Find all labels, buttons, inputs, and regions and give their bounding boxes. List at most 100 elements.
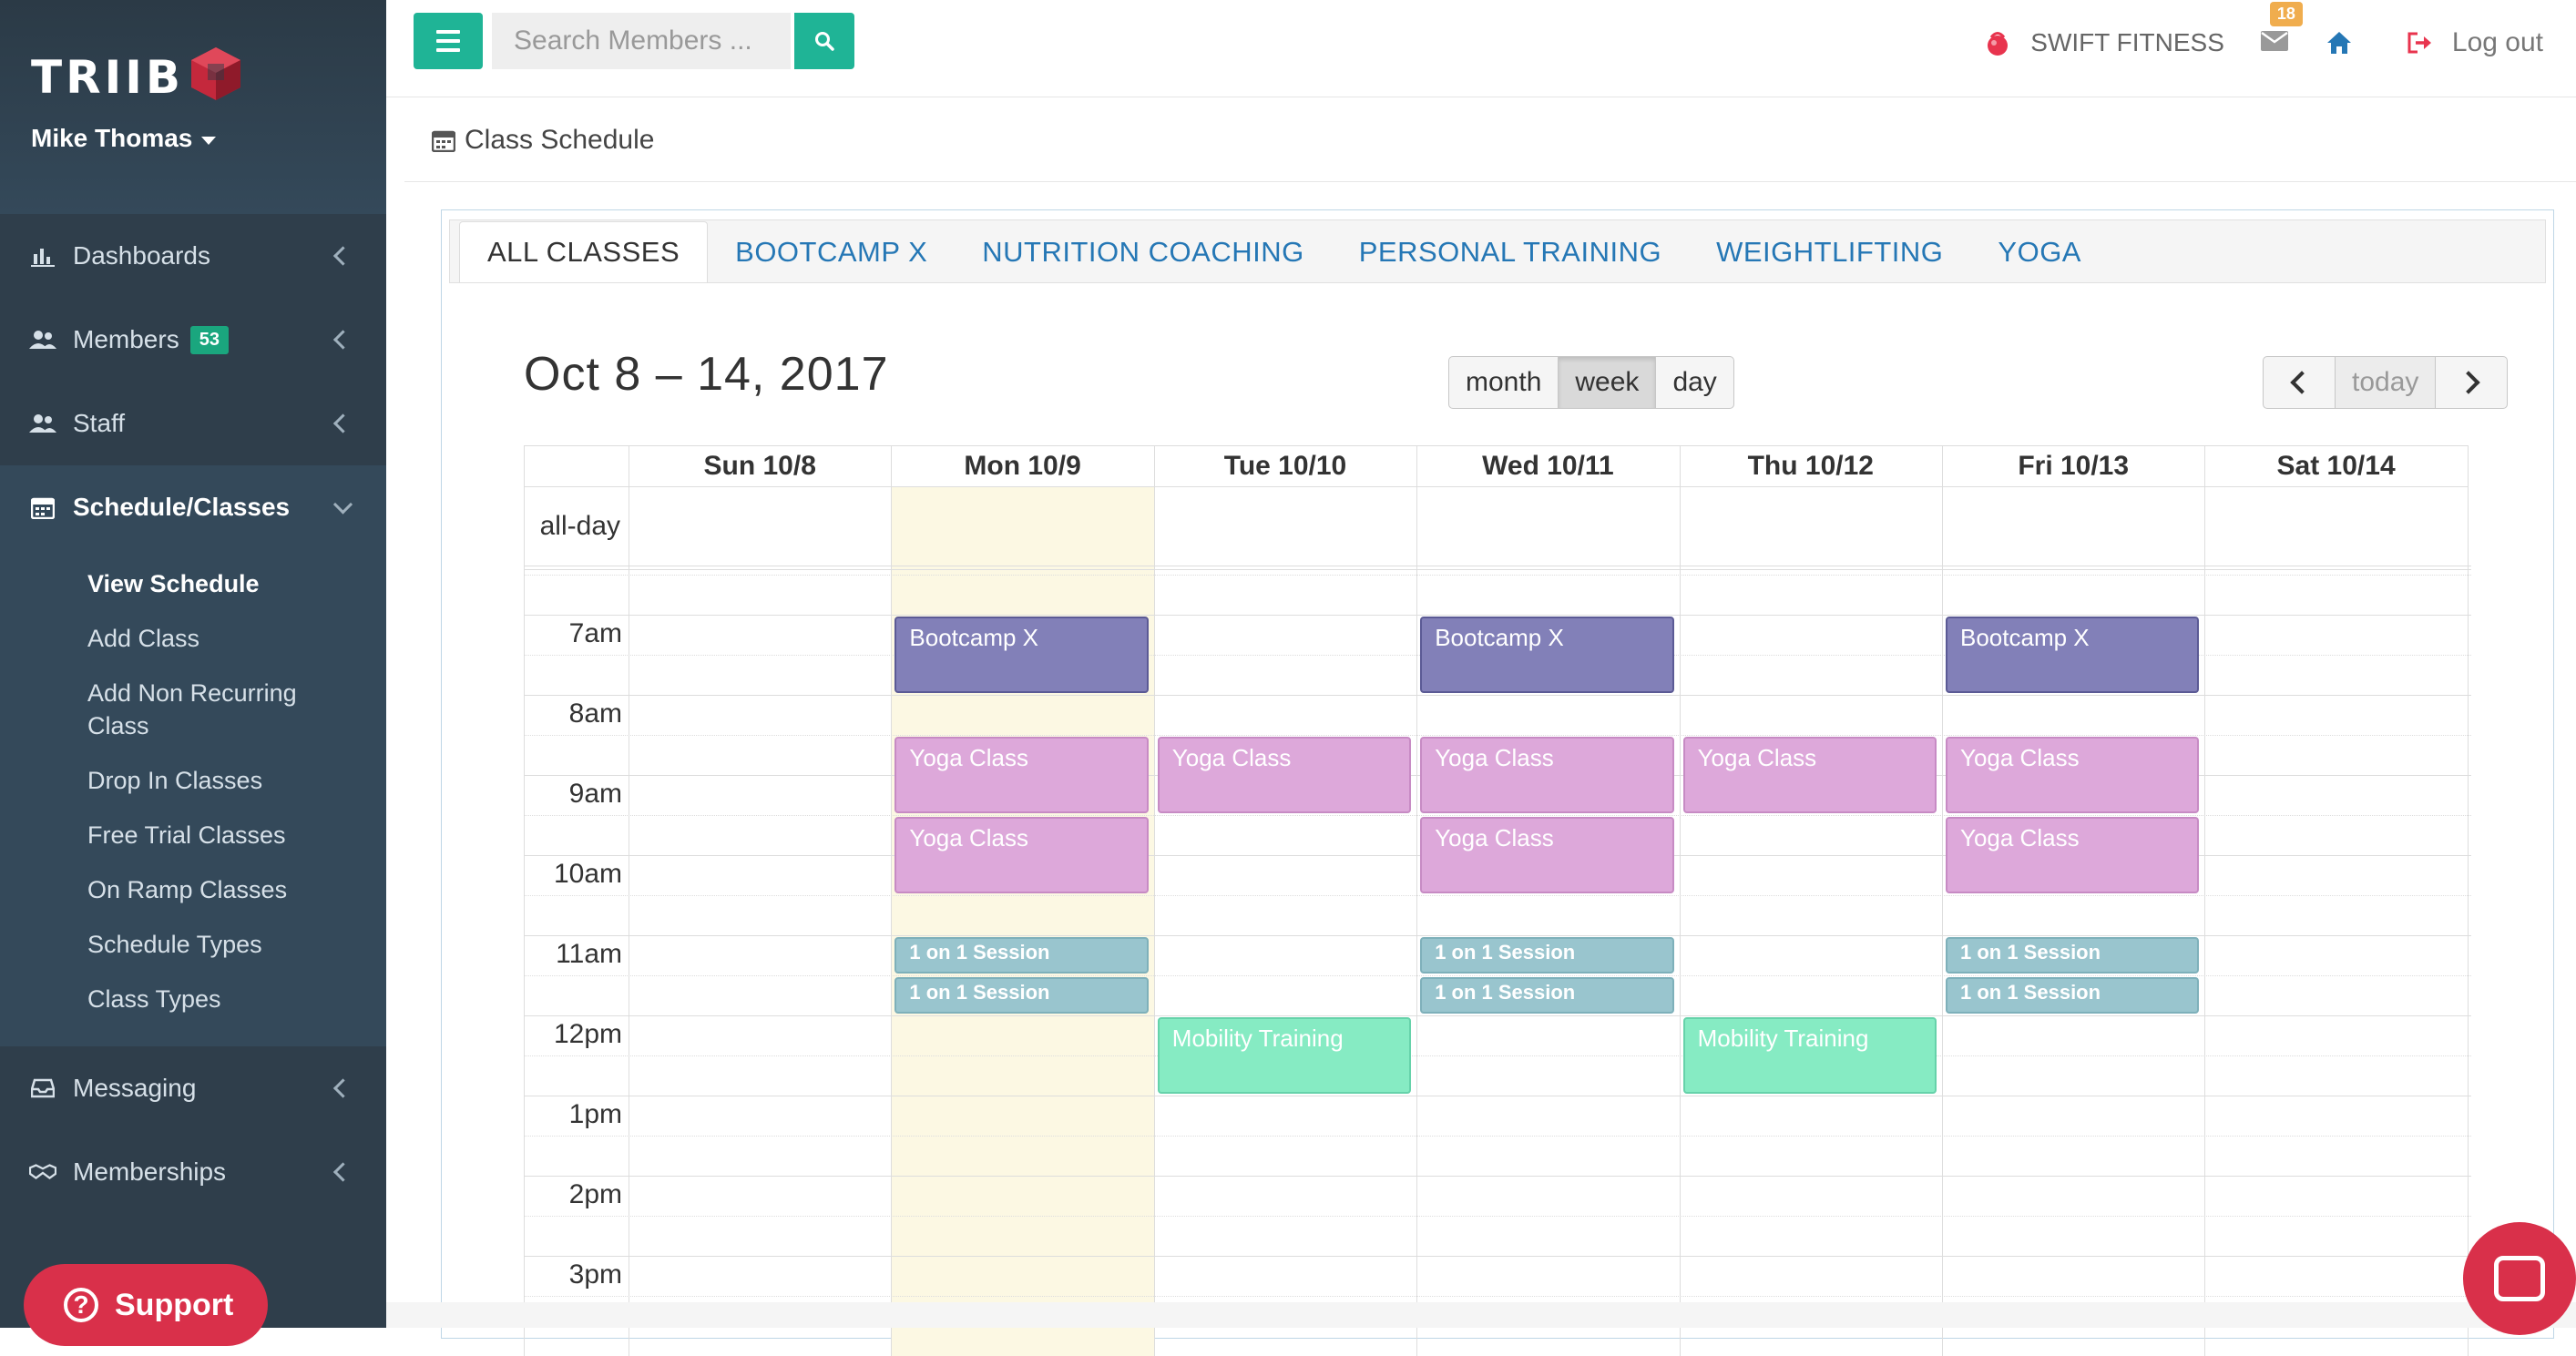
search-button[interactable] — [794, 13, 854, 69]
calendar-event[interactable]: Yoga Class — [1157, 737, 1412, 813]
messages-button[interactable]: 18 — [2260, 1, 2303, 56]
tab-all-classes[interactable]: ALL CLASSES — [459, 221, 709, 282]
calendar-event[interactable]: Mobility Training — [1682, 1017, 1937, 1094]
view-week-button[interactable]: week — [1558, 356, 1657, 409]
kettlebell-icon[interactable] — [1985, 29, 2010, 56]
gym-name[interactable]: SWIFT FITNESS — [2030, 28, 2224, 57]
sidebar-item-members[interactable]: Members 53 — [0, 298, 386, 382]
sidebar-item-label: Messaging — [73, 1074, 197, 1102]
day-column-line — [2204, 445, 2206, 1356]
sidebar-item-messaging[interactable]: Messaging — [0, 1046, 386, 1130]
calendar-event[interactable]: Yoga Class — [1420, 817, 1674, 893]
sidebar-item-dashboards[interactable]: Dashboards — [0, 214, 386, 298]
day-column-line — [2467, 445, 2469, 1356]
day-header[interactable]: Wed 10/11 — [1416, 445, 1680, 487]
calendar-event[interactable]: Mobility Training — [1157, 1017, 1412, 1094]
sidebar-item-staff[interactable]: Staff — [0, 382, 386, 465]
all-day-label: all-day — [539, 511, 620, 541]
chat-icon — [2494, 1256, 2545, 1301]
day-column-line — [1416, 445, 1418, 1356]
slot-line — [524, 615, 2471, 616]
chat-widget-button[interactable] — [2463, 1222, 2576, 1335]
slot-line — [524, 935, 2471, 936]
calendar-event[interactable]: Yoga Class — [1946, 817, 2200, 893]
slot-line — [524, 895, 2471, 896]
menu-toggle-button[interactable] — [414, 13, 483, 69]
sidebar-item-schedule-classes[interactable]: Schedule/Classes — [0, 465, 386, 549]
day-column-line — [1679, 445, 1681, 1356]
calendar-event[interactable]: 1 on 1 Session — [894, 937, 1149, 974]
calendar-event[interactable]: 1 on 1 Session — [1946, 977, 2200, 1014]
chevron-left-icon — [332, 1078, 353, 1098]
calendar-event[interactable]: Bootcamp X — [1946, 617, 2200, 693]
logout-button[interactable]: Log out — [2407, 27, 2543, 58]
home-icon[interactable] — [2326, 31, 2352, 55]
calendar-event[interactable]: Bootcamp X — [894, 617, 1149, 693]
subnav-add-class[interactable]: Add Class — [0, 611, 386, 666]
subnav-add-non-recurring-class[interactable]: Add Non Recurring Class — [0, 666, 306, 753]
day-header[interactable]: Tue 10/10 — [1153, 445, 1417, 487]
chevron-left-icon — [332, 330, 353, 350]
calendar-event[interactable]: Yoga Class — [1682, 737, 1937, 813]
support-button[interactable]: ? Support — [24, 1264, 268, 1346]
messages-count-badge: 18 — [2269, 1, 2303, 26]
subnav-view-schedule[interactable]: View Schedule — [0, 556, 386, 611]
all-day-divider — [524, 569, 2471, 570]
subnav-class-types[interactable]: Class Types — [0, 972, 386, 1026]
question-icon: ? — [64, 1288, 98, 1322]
slot-line — [524, 1136, 2471, 1137]
triib-logo[interactable]: TRIIB — [31, 47, 246, 107]
chevron-down-icon — [332, 494, 353, 515]
handshake-icon — [29, 1158, 56, 1186]
grid-left-edge — [524, 445, 525, 1356]
chevron-left-icon — [332, 413, 353, 433]
top-bar: SWIFT FITNESS 18 Log out — [386, 0, 2576, 97]
tab-personal-training[interactable]: PERSONAL TRAINING — [1332, 222, 1689, 282]
slot-line — [524, 1176, 2471, 1177]
subnav-free-trial-classes[interactable]: Free Trial Classes — [0, 808, 386, 862]
subnav-schedule-types[interactable]: Schedule Types — [0, 917, 386, 972]
tab-nutrition-coaching[interactable]: NUTRITION COACHING — [955, 222, 1331, 282]
tab-yoga[interactable]: YOGA — [1970, 222, 2109, 282]
logout-label: Log out — [2451, 27, 2543, 57]
calendar-event[interactable]: 1 on 1 Session — [1420, 937, 1674, 974]
day-header[interactable]: Fri 10/13 — [1942, 445, 2205, 487]
page-title: Class Schedule — [465, 124, 655, 155]
tab-weightlifting[interactable]: WEIGHTLIFTING — [1689, 222, 1970, 282]
prev-week-button[interactable] — [2263, 356, 2336, 409]
chevron-right-icon — [2457, 371, 2481, 394]
view-day-button[interactable]: day — [1655, 356, 1734, 409]
calendar-event[interactable]: 1 on 1 Session — [1946, 937, 2200, 974]
subnav-on-ramp-classes[interactable]: On Ramp Classes — [0, 862, 386, 917]
tab-bootcamp-x[interactable]: BOOTCAMP X — [708, 222, 955, 282]
user-menu[interactable]: Mike Thomas — [31, 124, 217, 153]
calendar-event[interactable]: Yoga Class — [894, 737, 1149, 813]
slot-line — [524, 1296, 2471, 1297]
chevron-left-icon — [332, 246, 353, 266]
day-header[interactable]: Sun 10/8 — [629, 445, 892, 487]
envelope-icon — [2260, 30, 2288, 51]
day-header[interactable]: Mon 10/9 — [891, 445, 1154, 487]
sidebar-item-memberships[interactable]: Memberships — [0, 1130, 386, 1214]
calendar-event[interactable]: 1 on 1 Session — [894, 977, 1149, 1014]
calendar-event[interactable]: Bootcamp X — [1420, 617, 1674, 693]
calendar-event[interactable]: 1 on 1 Session — [1420, 977, 1674, 1014]
next-week-button[interactable] — [2435, 356, 2509, 409]
calendar-event[interactable]: Yoga Class — [894, 817, 1149, 893]
day-column-line — [1153, 445, 1155, 1356]
day-header[interactable]: Thu 10/12 — [1679, 445, 1942, 487]
calendar-event[interactable]: Yoga Class — [1946, 737, 2200, 813]
support-label: Support — [115, 1287, 234, 1322]
subnav-drop-in-classes[interactable]: Drop In Classes — [0, 753, 386, 808]
sidebar-item-label: Memberships — [73, 1157, 227, 1186]
calendar-range-title: Oct 8 – 14, 2017 — [524, 348, 889, 401]
calendar-icon — [432, 130, 455, 152]
sign-out-icon — [2407, 32, 2431, 54]
time-label: 3pm — [568, 1259, 622, 1290]
chevron-left-icon — [2290, 371, 2314, 394]
day-header[interactable]: Sat 10/14 — [2204, 445, 2468, 487]
view-month-button[interactable]: month — [1448, 356, 1559, 409]
calendar-event[interactable]: Yoga Class — [1420, 737, 1674, 813]
search-members-input[interactable] — [492, 13, 791, 69]
today-button[interactable]: today — [2335, 356, 2437, 409]
